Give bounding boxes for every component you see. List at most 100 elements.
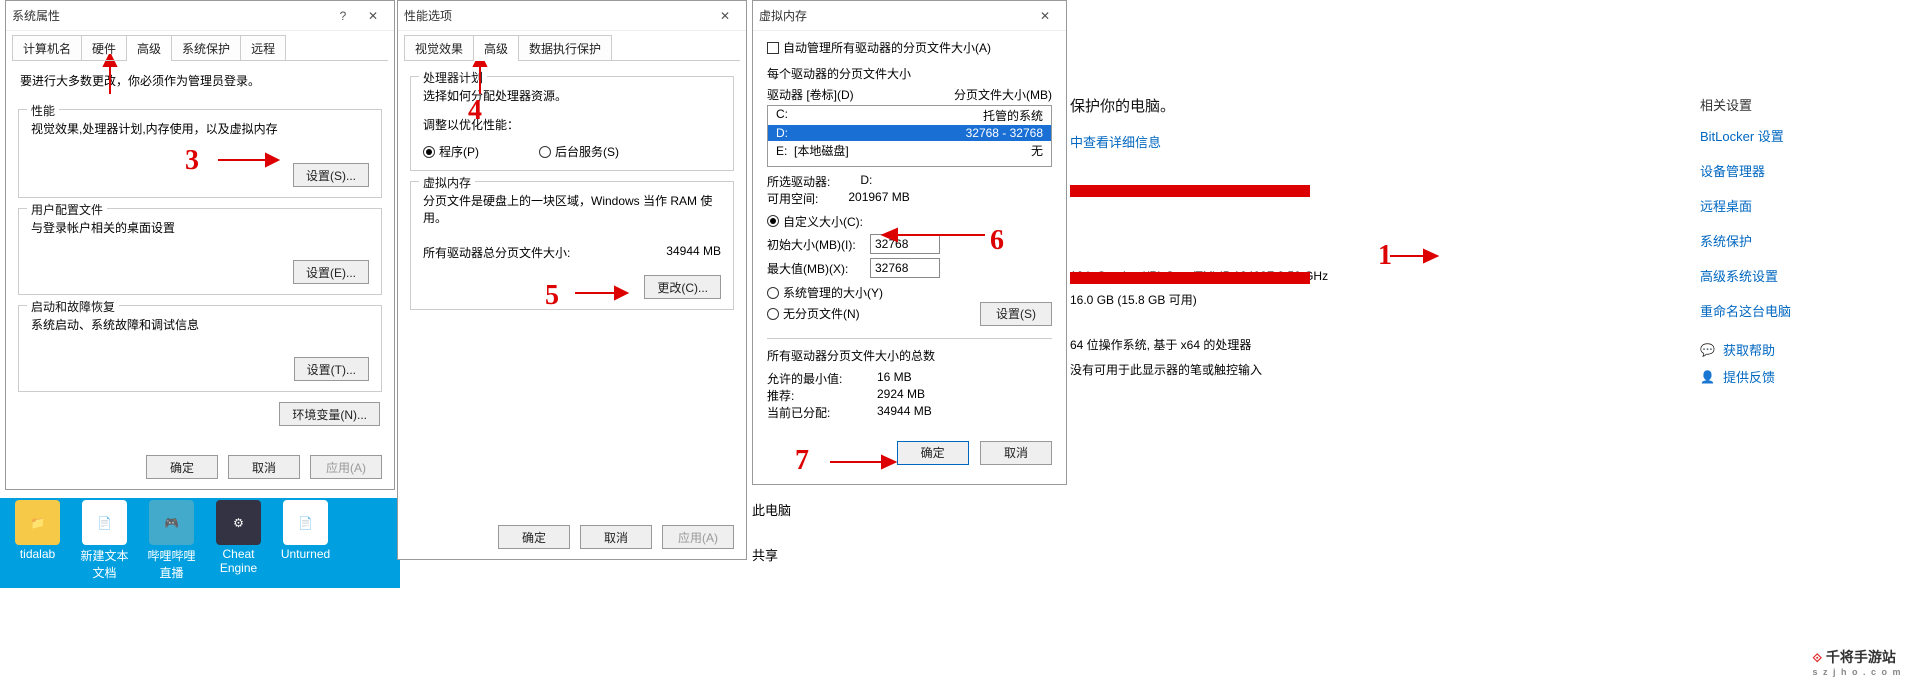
table-row: E: [本地磁盘]无	[768, 141, 1051, 160]
annotation-6: 6	[990, 225, 1004, 257]
virtual-memory-group: 虚拟内存 分页文件是硬盘上的一块区域，Windows 当作 RAM 使用。 所有…	[410, 181, 734, 310]
totals-title: 所有驱动器分页文件大小的总数	[767, 347, 1052, 364]
min-label: 允许的最小值:	[767, 370, 847, 387]
dialog-title: 性能选项	[404, 7, 452, 24]
close-icon[interactable]: ✕	[358, 2, 388, 30]
link-feedback[interactable]: 提供反馈	[1723, 367, 1775, 386]
radio-custom-size[interactable]: 自定义大小(C):	[767, 213, 863, 230]
profile-settings-button[interactable]: 设置(E)...	[293, 260, 369, 284]
ok-button[interactable]: 确定	[897, 441, 969, 465]
tab-computer-name[interactable]: 计算机名	[12, 35, 82, 61]
drive-list[interactable]: C: 托管的系统 D: 32768 - 32768 E: [本地磁盘]无	[767, 105, 1052, 167]
help-icon[interactable]: ?	[328, 2, 358, 30]
annotation-3: 3	[185, 145, 199, 177]
system-properties-dialog: 系统属性 ? ✕ 计算机名 硬件 高级 系统保护 远程 要进行大多数更改，你必须…	[5, 0, 395, 490]
col-drive: 驱动器 [卷标](D)	[767, 86, 854, 103]
tab-dep[interactable]: 数据执行保护	[518, 35, 612, 61]
desktop-icon[interactable]: 📁tidalab	[10, 500, 65, 581]
perf-desc: 视觉效果,处理器计划,内存使用，以及虚拟内存	[31, 120, 369, 137]
radio-system-managed[interactable]: 系统管理的大小(Y)	[767, 284, 883, 301]
per-drive-label: 每个驱动器的分页文件大小	[767, 65, 1052, 82]
notice-text: 要进行大多数更改，你必须作为管理员登录。	[6, 62, 394, 99]
tab-protection[interactable]: 系统保护	[171, 35, 241, 61]
redaction-bar	[1070, 185, 1310, 197]
radio-no-paging[interactable]: 无分页文件(N)	[767, 305, 860, 322]
titlebar: 系统属性 ? ✕	[6, 1, 394, 31]
link-bitlocker[interactable]: BitLocker 设置	[1700, 126, 1900, 145]
link-remote-desktop[interactable]: 远程桌面	[1700, 196, 1900, 215]
left-nav-share[interactable]: 共享	[752, 545, 778, 564]
dialog-title: 虚拟内存	[759, 7, 807, 24]
related-settings: 相关设置 BitLocker 设置 设备管理器 远程桌面 系统保护 高级系统设置…	[1700, 95, 1900, 386]
max-size-label: 最大值(MB)(X):	[767, 260, 862, 277]
feedback-icon: 👤	[1700, 370, 1715, 384]
tabs: 视觉效果 高级 数据执行保护	[398, 31, 746, 61]
titlebar: 虚拟内存 ✕	[753, 1, 1066, 31]
desktop-icon[interactable]: 📄新建文本文档	[77, 500, 132, 581]
ok-button[interactable]: 确定	[498, 525, 570, 549]
cancel-button[interactable]: 取消	[228, 455, 300, 479]
performance-group: 性能 视觉效果,处理器计划,内存使用，以及虚拟内存 设置(S)...	[18, 109, 382, 198]
vmem-change-button[interactable]: 更改(C)...	[644, 275, 721, 299]
radio-programs[interactable]: 程序(P)	[423, 143, 479, 160]
min-value: 16 MB	[877, 370, 912, 387]
annotation-7: 7	[795, 445, 809, 477]
dialog-title: 系统属性	[12, 7, 60, 24]
env-vars-button[interactable]: 环境变量(N)...	[279, 402, 380, 426]
redaction-bar	[1070, 272, 1310, 284]
profile-desc: 与登录帐户相关的桌面设置	[31, 219, 369, 236]
help-icon: 💬	[1700, 343, 1715, 357]
titlebar: 性能选项 ✕	[398, 1, 746, 31]
group-title: 用户配置文件	[27, 201, 107, 218]
left-nav-thispc[interactable]: 此电脑	[752, 500, 791, 519]
perf-settings-button[interactable]: 设置(S)...	[293, 163, 369, 187]
link-system-protection[interactable]: 系统保护	[1700, 231, 1900, 250]
scheduling-group: 处理器计划 选择如何分配处理器资源。 调整以优化性能： 程序(P) 后台服务(S…	[410, 76, 734, 171]
total-label: 所有驱动器总分页文件大小:	[423, 244, 570, 261]
cancel-button[interactable]: 取消	[580, 525, 652, 549]
tab-remote[interactable]: 远程	[240, 35, 286, 61]
close-icon[interactable]: ✕	[1030, 2, 1060, 30]
col-size: 分页文件大小(MB)	[954, 86, 1052, 103]
link-advanced-system[interactable]: 高级系统设置	[1700, 266, 1900, 285]
free-space-label: 可用空间:	[767, 190, 818, 207]
initial-size-label: 初始大小(MB)(I):	[767, 236, 862, 253]
selected-drive-label: 所选驱动器:	[767, 173, 830, 190]
table-row: C: 托管的系统	[768, 106, 1051, 125]
set-button[interactable]: 设置(S)	[980, 302, 1052, 326]
link-device-manager[interactable]: 设备管理器	[1700, 161, 1900, 180]
desktop-icon[interactable]: 🎮哔哩哔哩直播	[144, 500, 199, 581]
performance-options-dialog: 性能选项 ✕ 视觉效果 高级 数据执行保护 处理器计划 选择如何分配处理器资源。…	[397, 0, 747, 560]
annotation-5: 5	[545, 280, 559, 312]
vmem-desc: 分页文件是硬盘上的一块区域，Windows 当作 RAM 使用。	[423, 192, 721, 226]
recovery-group: 启动和故障恢复 系统启动、系统故障和调试信息 设置(T)...	[18, 305, 382, 392]
cur-value: 34944 MB	[877, 404, 932, 421]
recovery-settings-button[interactable]: 设置(T)...	[294, 357, 369, 381]
profile-group: 用户配置文件 与登录帐户相关的桌面设置 设置(E)...	[18, 208, 382, 295]
tab-advanced[interactable]: 高级	[126, 35, 172, 61]
ok-button[interactable]: 确定	[146, 455, 218, 479]
auto-manage-checkbox[interactable]: 自动管理所有驱动器的分页文件大小(A)	[767, 39, 991, 56]
max-size-input[interactable]	[870, 258, 940, 278]
apply-button[interactable]: 应用(A)	[310, 455, 382, 479]
close-icon[interactable]: ✕	[710, 2, 740, 30]
desktop-icon[interactable]: 📄Unturned	[278, 500, 333, 581]
sidebar-header: 相关设置	[1700, 95, 1900, 114]
total-value: 34944 MB	[666, 244, 721, 261]
cur-label: 当前已分配:	[767, 404, 847, 421]
selected-drive-value: D:	[860, 173, 872, 190]
annotation-4: 4	[468, 95, 482, 127]
desktop-icons: 📁tidalab 📄新建文本文档 🎮哔哩哔哩直播 ⚙Cheat Engine 📄…	[10, 500, 333, 581]
free-space-value: 201967 MB	[848, 190, 909, 207]
group-title: 启动和故障恢复	[27, 298, 119, 315]
tab-visual[interactable]: 视觉效果	[404, 35, 474, 61]
cancel-button[interactable]: 取消	[980, 441, 1052, 465]
link-rename-pc[interactable]: 重命名这台电脑	[1700, 301, 1900, 320]
desktop-icon[interactable]: ⚙Cheat Engine	[211, 500, 266, 581]
apply-button[interactable]: 应用(A)	[662, 525, 734, 549]
radio-background[interactable]: 后台服务(S)	[539, 143, 619, 160]
link-get-help[interactable]: 获取帮助	[1723, 340, 1775, 359]
tab-advanced[interactable]: 高级	[473, 35, 519, 61]
tabs: 计算机名 硬件 高级 系统保护 远程	[6, 31, 394, 61]
group-title: 性能	[27, 102, 59, 119]
